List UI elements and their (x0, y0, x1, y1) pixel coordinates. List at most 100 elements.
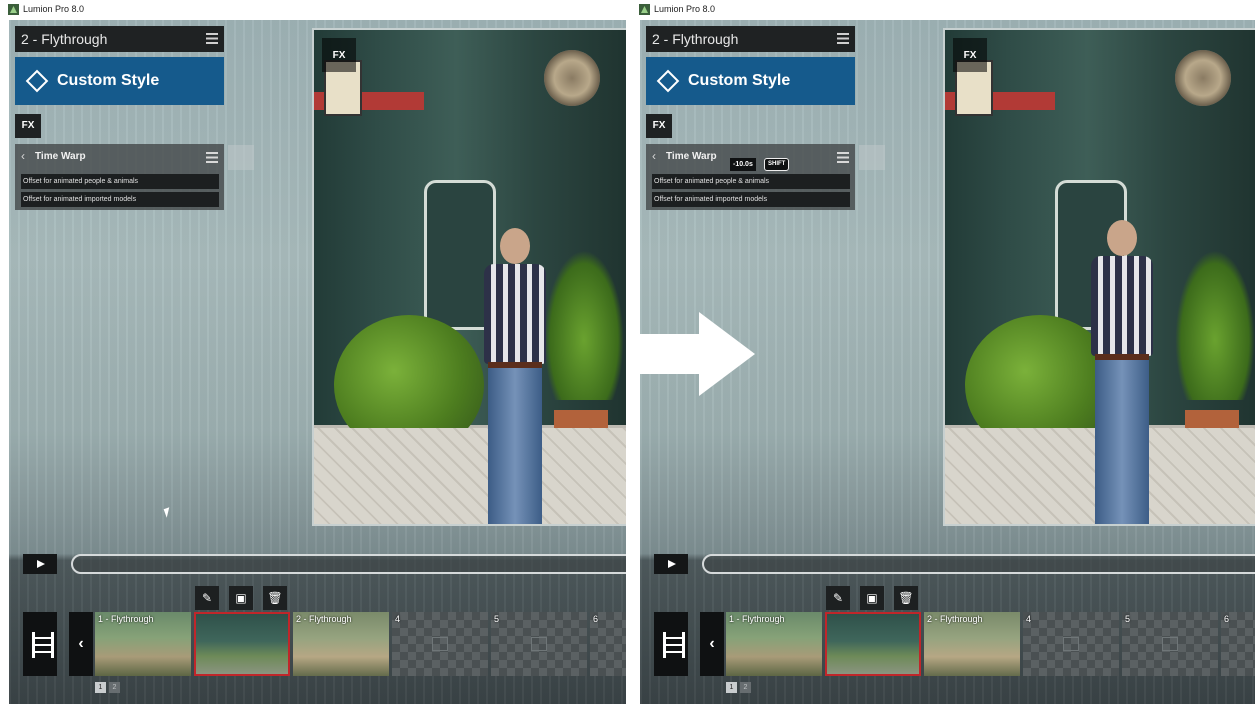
fx-badge-label: FX (332, 49, 346, 61)
window-title: Lumion Pro 8.0 (654, 4, 716, 14)
time-warp-panel: Time Warp ‹ Offset for animated people &… (15, 144, 224, 210)
camera-slot-icon (1162, 637, 1178, 651)
page-2-button[interactable]: 2 (740, 682, 751, 693)
delete-icon[interactable]: 🗑 (894, 586, 918, 610)
empty-clip-slot[interactable]: 6 (1221, 612, 1255, 676)
offset-models-slider[interactable]: Offset for animated imported models (652, 192, 850, 207)
arrow-shaft (631, 334, 703, 374)
person-shirt (484, 264, 546, 364)
clip-label: 1 - Flythrough (729, 614, 785, 624)
offset-models-slider[interactable]: Offset for animated imported models (21, 192, 219, 207)
clip-label: 6 (593, 614, 599, 624)
empty-clip-slot[interactable]: 4 (392, 612, 488, 676)
clip-thumbnail[interactable]: 2 - Flythrough (924, 612, 1020, 676)
empty-clip-slot[interactable]: 5 (1122, 612, 1218, 676)
potted-plant (1175, 250, 1255, 400)
movie-preview: FX (943, 28, 1255, 526)
fx-person-icon[interactable]: FX (322, 38, 356, 72)
edit-icon[interactable]: ✎ (195, 586, 219, 610)
back-chevron-icon[interactable]: ‹ (652, 144, 656, 169)
custom-style-label: Custom Style (688, 72, 791, 89)
clip-thumbnail-selected[interactable] (825, 612, 921, 676)
clip-tools: ✎ ▣ 🗑 (826, 586, 918, 610)
clip-thumbnail[interactable]: 1 - Flythrough (726, 612, 822, 676)
app-window-before: Lumion Pro 8.0 FX 2 - Flythrough Custom … (0, 0, 626, 704)
delete-icon[interactable]: 🗑 (263, 586, 287, 610)
play-icon[interactable] (23, 554, 57, 574)
movie-clip-header[interactable]: 2 - Flythrough (15, 26, 224, 52)
offset-value-tooltip: -10.0s (730, 158, 756, 171)
animated-person (1083, 220, 1161, 524)
movie-clip-header[interactable]: 2 - Flythrough (646, 26, 855, 52)
clip-label: 2 - Flythrough (927, 614, 983, 624)
rosette-ornament (1175, 50, 1231, 106)
clip-thumbnail[interactable]: 1 - Flythrough (95, 612, 191, 676)
clip-label: 4 (395, 614, 401, 624)
potted-plant (544, 250, 624, 400)
person-jeans (488, 368, 542, 524)
title-bar: Lumion Pro 8.0 (0, 0, 626, 20)
menu-icon[interactable] (837, 33, 849, 44)
play-icon[interactable] (654, 554, 688, 574)
clip-title: 2 - Flythrough (21, 31, 108, 47)
mouse-cursor-icon (163, 507, 173, 518)
time-warp-title: Time Warp (35, 151, 86, 162)
fx-button[interactable]: FX (646, 114, 672, 138)
empty-clip-slot[interactable]: 5 (491, 612, 587, 676)
title-bar: Lumion Pro 8.0 (631, 0, 1255, 20)
style-icon (25, 69, 49, 93)
lumion-logo-icon (639, 4, 650, 15)
menu-icon[interactable] (837, 152, 849, 163)
time-warp-panel: Time Warp ‹ -10.0s SHIFT Offset for anim… (646, 144, 855, 210)
delete-effect-icon[interactable] (859, 145, 885, 170)
person-head (500, 228, 530, 264)
custom-style-button[interactable]: Custom Style (646, 57, 855, 105)
previous-clips-button[interactable]: ‹ (69, 612, 93, 676)
offset-people-slider[interactable]: Offset for animated people & animals (652, 174, 850, 189)
camera-slot-icon (1063, 637, 1079, 651)
clip-label: 2 - Flythrough (296, 614, 352, 624)
person-jeans (1095, 360, 1149, 524)
fx-badge-label: FX (963, 49, 977, 61)
custom-style-label: Custom Style (57, 72, 160, 89)
animated-person (476, 228, 554, 524)
timeline-track[interactable] (71, 554, 626, 574)
fx-button[interactable]: FX (15, 114, 41, 138)
person-head (1107, 220, 1137, 256)
comparison-arrow-icon (631, 312, 755, 396)
clip-label: 5 (1125, 614, 1131, 624)
previous-clips-button[interactable]: ‹ (700, 612, 724, 676)
pavement (314, 428, 626, 524)
clip-label: 6 (1224, 614, 1230, 624)
timeline-track[interactable] (702, 554, 1255, 574)
clip-title: 2 - Flythrough (652, 31, 739, 47)
back-chevron-icon[interactable]: ‹ (21, 144, 25, 169)
menu-icon[interactable] (206, 33, 218, 44)
rosette-ornament (544, 50, 600, 106)
movie-preview: FX (312, 28, 626, 526)
page-1-button[interactable]: 1 (95, 682, 106, 693)
empty-clip-slot[interactable]: 4 (1023, 612, 1119, 676)
film-strip-icon[interactable] (654, 612, 688, 676)
delete-effect-icon[interactable] (228, 145, 254, 170)
style-icon (656, 69, 680, 93)
menu-icon[interactable] (206, 152, 218, 163)
clip-label: 4 (1026, 614, 1032, 624)
custom-style-button[interactable]: Custom Style (15, 57, 224, 105)
camera-add-icon[interactable]: ▣ (229, 586, 253, 610)
edit-icon[interactable]: ✎ (826, 586, 850, 610)
camera-slot-icon (531, 637, 547, 651)
page-2-button[interactable]: 2 (109, 682, 120, 693)
clip-tools: ✎ ▣ 🗑 (195, 586, 287, 610)
fx-person-icon[interactable]: FX (953, 38, 987, 72)
lumion-logo-icon (8, 4, 19, 15)
empty-clip-slot[interactable]: 6 (590, 612, 626, 676)
shift-key-hint: SHIFT (764, 158, 790, 171)
clip-thumbnail[interactable]: 2 - Flythrough (293, 612, 389, 676)
film-strip-icon[interactable] (23, 612, 57, 676)
camera-add-icon[interactable]: ▣ (860, 586, 884, 610)
clip-thumbnail-selected[interactable] (194, 612, 290, 676)
arrow-head (699, 312, 755, 396)
offset-people-slider[interactable]: Offset for animated people & animals (21, 174, 219, 189)
page-1-button[interactable]: 1 (726, 682, 737, 693)
